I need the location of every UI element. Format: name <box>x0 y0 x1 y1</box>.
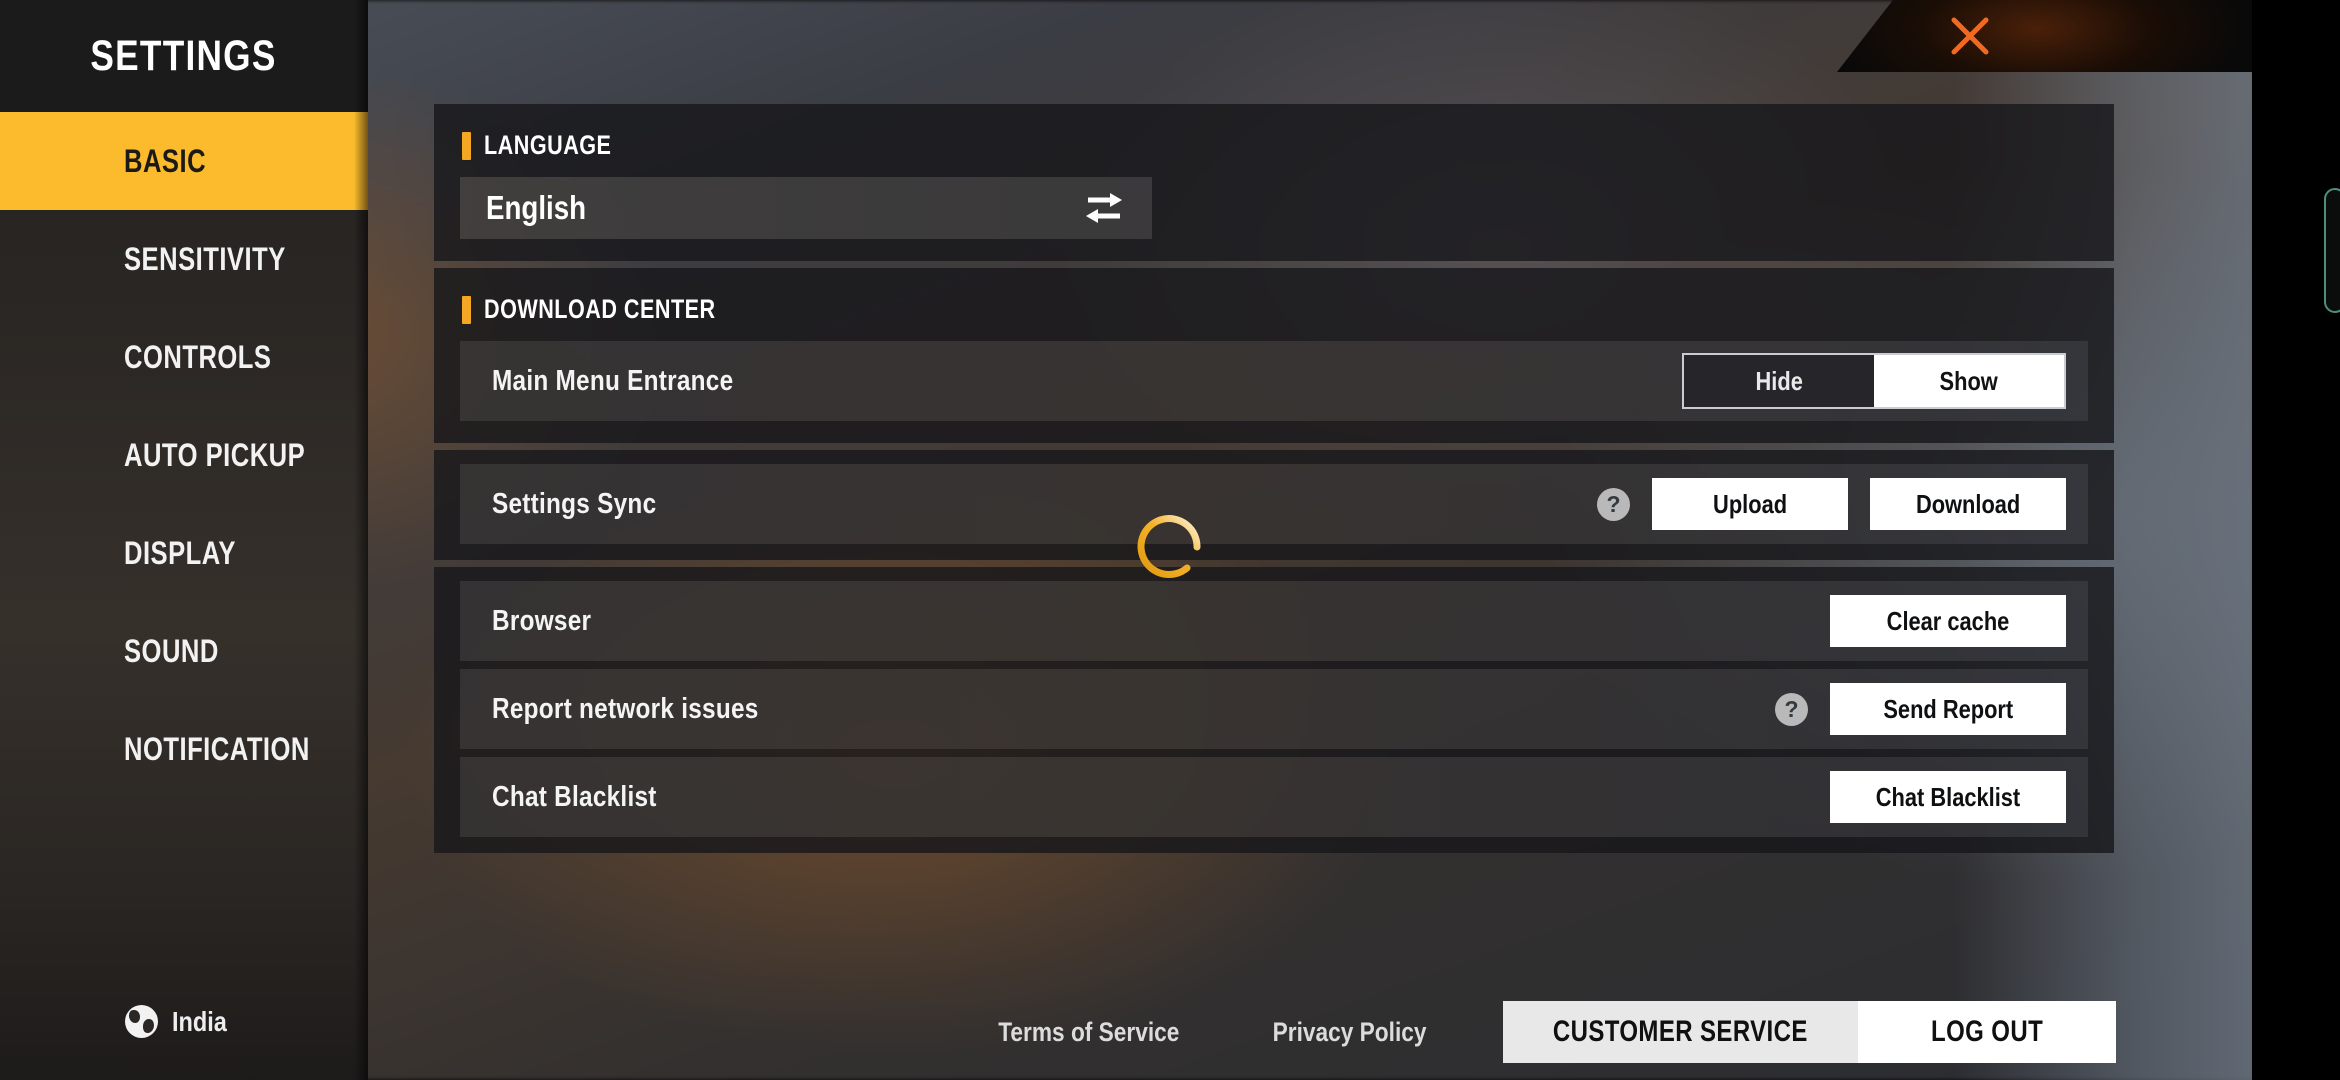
customer-service-button-label: CUSTOMER SERVICE <box>1553 1015 1809 1048</box>
right-black-band <box>2252 0 2340 1080</box>
sidebar-item-sensitivity[interactable]: SENSITIVITY <box>0 210 368 308</box>
loading-spinner-icon <box>1125 503 1213 591</box>
browser-row: Browser Clear cache <box>460 581 2088 661</box>
language-group: LANGUAGE English <box>434 104 2114 261</box>
browser-controls: Clear cache <box>1830 595 2066 647</box>
language-heading: LANGUAGE <box>462 130 2088 161</box>
settings-sync-controls: ? Upload Download <box>1597 478 2066 530</box>
settings-sidebar: SETTINGS BASIC SENSITIVITY CONTROLS AUTO… <box>0 0 368 1080</box>
sidebar-item-label: CONTROLS <box>124 338 272 375</box>
sidebar-item-label: SENSITIVITY <box>124 240 286 277</box>
report-network-issues-controls: ? Send Report <box>1775 683 2066 735</box>
chat-blacklist-row: Chat Blacklist Chat Blacklist <box>460 757 2088 837</box>
sidebar-item-label: SOUND <box>124 632 219 669</box>
language-selected-value: English <box>486 189 587 226</box>
chat-blacklist-label: Chat Blacklist <box>492 780 657 813</box>
settings-content: LANGUAGE English DOWNLOAD CENTER Main Me… <box>434 104 2114 860</box>
settings-screen: SETTINGS BASIC SENSITIVITY CONTROLS AUTO… <box>0 0 2340 1080</box>
chat-blacklist-controls: Chat Blacklist <box>1830 771 2066 823</box>
sidebar-item-basic[interactable]: BASIC <box>0 112 368 210</box>
send-report-button-label: Send Report <box>1883 693 2013 724</box>
browser-label: Browser <box>492 604 592 637</box>
settings-sync-group: Settings Sync ? Upload Download <box>434 450 2114 560</box>
customer-service-button[interactable]: CUSTOMER SERVICE <box>1503 1001 1858 1063</box>
toggle-option-hide[interactable]: Hide <box>1684 355 1874 407</box>
main-menu-entrance-controls: Hide Show <box>1682 353 2066 409</box>
footer-bar: Terms of Service Privacy Policy CUSTOMER… <box>0 984 2253 1080</box>
edge-widget-partial <box>2324 188 2340 313</box>
heading-accent-bar <box>462 295 471 324</box>
sidebar-item-label: BASIC <box>124 142 207 179</box>
sidebar-item-label: AUTO PICKUP <box>124 436 306 473</box>
close-x-icon <box>1951 17 1989 55</box>
main-menu-entrance-toggle[interactable]: Hide Show <box>1682 353 2066 409</box>
sidebar-item-label: DISPLAY <box>124 534 236 571</box>
privacy-policy-label: Privacy Policy <box>1272 1016 1427 1047</box>
chat-blacklist-button[interactable]: Chat Blacklist <box>1830 771 2066 823</box>
download-center-heading: DOWNLOAD CENTER <box>462 294 2088 325</box>
send-report-button[interactable]: Send Report <box>1830 683 2066 735</box>
swap-arrows-icon <box>1084 191 1124 225</box>
main-menu-entrance-label: Main Menu Entrance <box>492 364 734 397</box>
privacy-policy-link[interactable]: Privacy Policy <box>1258 1017 1441 1048</box>
sidebar-nav: BASIC SENSITIVITY CONTROLS AUTO PICKUP D… <box>0 112 368 798</box>
question-mark-icon[interactable]: ? <box>1775 692 1808 726</box>
report-network-issues-row: Report network issues ? Send Report <box>460 669 2088 749</box>
sidebar-header: SETTINGS <box>0 0 368 112</box>
upload-button[interactable]: Upload <box>1652 478 1848 530</box>
terms-of-service-link[interactable]: Terms of Service <box>981 1017 1197 1048</box>
terms-of-service-label: Terms of Service <box>997 1016 1180 1047</box>
sidebar-item-sound[interactable]: SOUND <box>0 602 368 700</box>
sidebar-item-display[interactable]: DISPLAY <box>0 504 368 602</box>
download-center-group: DOWNLOAD CENTER Main Menu Entrance Hide … <box>434 268 2114 443</box>
language-select[interactable]: English <box>460 177 1152 239</box>
question-mark-icon[interactable]: ? <box>1597 487 1630 521</box>
sidebar-item-notification[interactable]: NOTIFICATION <box>0 700 368 798</box>
upload-button-label: Upload <box>1712 488 1787 519</box>
sidebar-item-auto-pickup[interactable]: AUTO PICKUP <box>0 406 368 504</box>
clear-cache-button-label: Clear cache <box>1886 605 2010 636</box>
sidebar-item-controls[interactable]: CONTROLS <box>0 308 368 406</box>
close-button[interactable] <box>1927 0 2013 72</box>
toggle-option-show[interactable]: Show <box>1874 355 2064 407</box>
toggle-option-hide-label: Hide <box>1755 365 1803 396</box>
clear-cache-button[interactable]: Clear cache <box>1830 595 2066 647</box>
report-network-issues-label: Report network issues <box>492 692 759 725</box>
logout-button-label: LOG OUT <box>1930 1015 2044 1048</box>
chat-blacklist-button-label: Chat Blacklist <box>1875 781 2021 812</box>
misc-group: Browser Clear cache Report network issue… <box>434 567 2114 853</box>
main-menu-entrance-row: Main Menu Entrance Hide Show <box>460 341 2088 421</box>
settings-sync-label: Settings Sync <box>492 487 657 520</box>
settings-sync-row: Settings Sync ? Upload Download <box>460 464 2088 544</box>
page-title: SETTINGS <box>90 31 278 80</box>
close-banner <box>1837 0 2252 72</box>
logout-button[interactable]: LOG OUT <box>1858 1001 2116 1063</box>
heading-accent-bar <box>462 131 471 160</box>
toggle-option-show-label: Show <box>1939 365 1999 396</box>
sidebar-item-label: NOTIFICATION <box>124 730 310 767</box>
download-button-label: Download <box>1915 488 2021 519</box>
download-button[interactable]: Download <box>1870 478 2066 530</box>
language-heading-label: LANGUAGE <box>484 130 612 160</box>
download-center-heading-label: DOWNLOAD CENTER <box>484 294 716 324</box>
